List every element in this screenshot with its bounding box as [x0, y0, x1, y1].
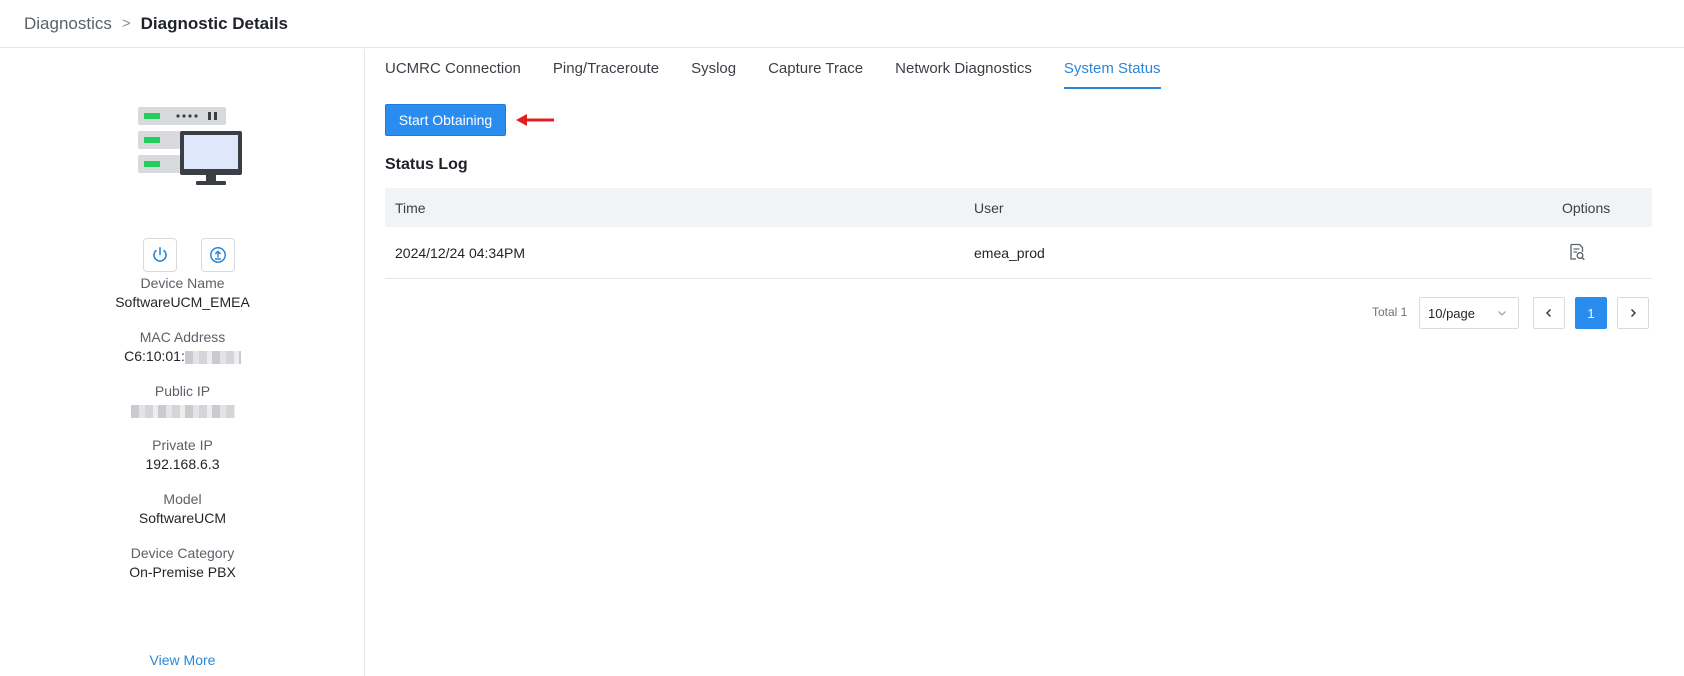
mac-address-redacted — [184, 350, 241, 364]
mac-address-label: MAC Address — [139, 329, 226, 345]
tab-syslog[interactable]: Syslog — [691, 49, 736, 89]
annotation-arrow-icon — [516, 114, 554, 126]
tab-ucmrc-connection[interactable]: UCMRC Connection — [385, 49, 521, 89]
start-obtaining-button[interactable]: Start Obtaining — [385, 104, 506, 136]
breadcrumb-separator: > — [121, 15, 131, 32]
model-field: Model SoftwareUCM — [0, 490, 365, 528]
row-time: 2024/12/24 04:34PM — [395, 244, 525, 261]
view-more-link[interactable]: View More — [0, 652, 365, 668]
tab-network-diagnostics[interactable]: Network Diagnostics — [895, 49, 1032, 89]
public-ip-redacted — [130, 404, 235, 418]
column-header-options: Options — [1562, 199, 1611, 216]
chevron-left-icon — [1545, 308, 1552, 318]
page-size-select[interactable]: 10/page — [1419, 297, 1519, 329]
mac-address-value: C6:10:01: — [124, 348, 185, 364]
model-label: Model — [163, 491, 202, 507]
private-ip-value: 192.168.6.3 — [145, 456, 220, 472]
pagination-total: Total 1 — [1372, 305, 1408, 319]
view-log-icon[interactable] — [1566, 241, 1588, 263]
column-header-user: User — [974, 199, 1004, 216]
power-icon — [153, 246, 167, 262]
breadcrumb: Diagnostics > Diagnostic Details — [0, 0, 1684, 48]
table-header: Time User Options — [385, 188, 1652, 227]
row-options — [1552, 241, 1652, 264]
private-ip-label: Private IP — [152, 437, 213, 453]
mac-address-field: MAC Address C6:10:01: — [0, 328, 365, 366]
chevron-right-icon — [1630, 308, 1637, 318]
model-value: SoftwareUCM — [138, 510, 227, 526]
row-user: emea_prod — [974, 244, 1045, 261]
page-number-button[interactable]: 1 — [1575, 297, 1607, 329]
device-info-panel: Device Name SoftwareUCM_EMEA MAC Address… — [0, 49, 365, 676]
table-row: 2024/12/24 04:34PM emea_prod — [385, 227, 1652, 279]
page-size-value: 10/page — [1428, 305, 1475, 321]
device-category-label: Device Category — [130, 545, 235, 561]
column-header-time: Time — [395, 199, 426, 216]
chevron-down-icon — [1498, 311, 1506, 316]
device-category-value: On-Premise PBX — [129, 564, 236, 580]
prev-page-button[interactable] — [1533, 297, 1565, 329]
private-ip-field: Private IP 192.168.6.3 — [0, 436, 365, 474]
tab-ping-traceroute[interactable]: Ping/Traceroute — [553, 49, 659, 89]
page-title: Diagnostic Details — [140, 13, 289, 33]
tab-system-status[interactable]: System Status — [1063, 49, 1161, 89]
public-ip-row — [0, 401, 365, 420]
power-button[interactable] — [143, 238, 177, 272]
breadcrumb-diagnostics-link[interactable]: Diagnostics — [24, 14, 112, 34]
mac-address-row: C6:10:01: — [0, 347, 365, 366]
device-name-field: Device Name SoftwareUCM_EMEA — [0, 274, 365, 312]
next-page-button[interactable] — [1617, 297, 1649, 329]
device-name-label: Device Name — [140, 275, 225, 291]
public-ip-label: Public IP — [154, 383, 211, 399]
device-name-value: SoftwareUCM_EMEA — [115, 294, 250, 310]
tab-capture-trace[interactable]: Capture Trace — [768, 49, 863, 89]
upload-button[interactable] — [201, 238, 235, 272]
public-ip-field: Public IP — [0, 382, 365, 420]
server-computer-icon — [138, 107, 242, 185]
diagnostic-tabs: UCMRC Connection Ping/Traceroute Syslog … — [385, 49, 1193, 89]
status-log-title: Status Log — [385, 156, 468, 173]
device-category-field: Device Category On-Premise PBX — [0, 544, 365, 582]
upload-icon — [210, 247, 226, 263]
status-log-table: Time User Options 2024/12/24 04:34PM eme… — [385, 188, 1652, 279]
